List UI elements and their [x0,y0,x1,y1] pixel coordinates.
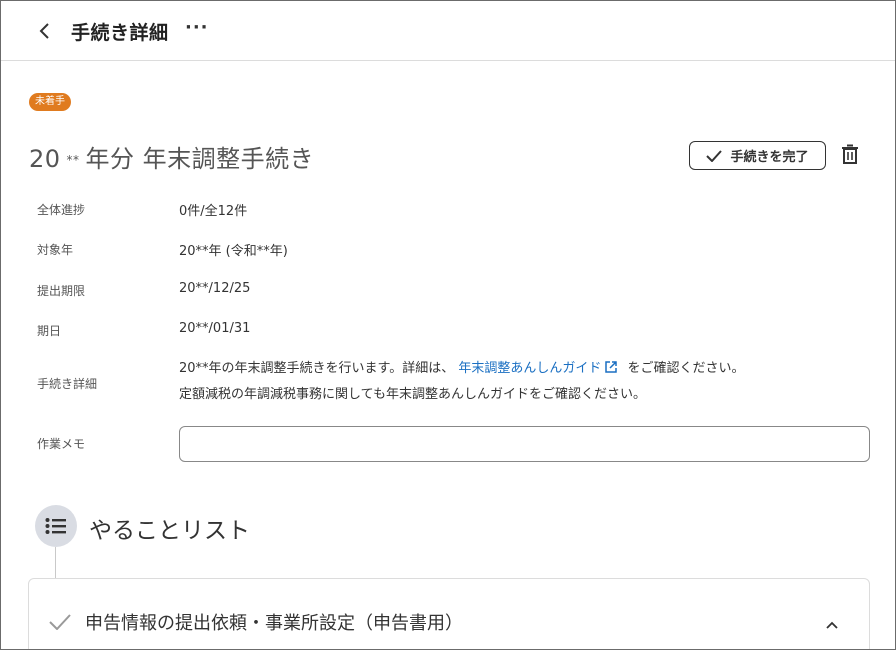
deadline-value: 20**/12/25 [179,281,251,296]
page-title: 手続き詳細 [71,22,169,44]
progress-value: 0件/全12件 [179,204,248,219]
collapse-button[interactable] [825,615,839,634]
more-options-button[interactable]: ··· [185,17,209,38]
task-status [49,614,71,634]
todo-list-icon-badge [35,505,77,547]
timeline-connector [55,547,56,579]
guide-link[interactable]: 年末調整あんしんガイド [458,361,623,376]
chevron-left-icon [39,23,49,39]
procedure-title-mask: ** [66,153,80,167]
back-button[interactable] [37,21,55,41]
target-year-label: 対象年 [37,243,74,257]
deadline-label: 提出期限 [37,284,86,298]
procedure-title-text: 年分 年末調整手続き [85,145,315,173]
task-card[interactable]: 申告情報の提出依頼・事業所設定（申告書用） [28,578,870,649]
task-title: 申告情報の提出依頼・事業所設定（申告書用） [85,613,463,634]
app-frame: 手続き詳細 ··· 未着手 20 ** 年分 年末調整手続き 手続きを完了 全体進捗… [0,0,896,650]
guide-link-label: 年末調整あんしんガイド [458,361,602,376]
list-icon [45,518,66,534]
detail-text-after-link: をご確認ください。 [627,361,745,376]
due-date-label: 期日 [37,324,62,338]
external-link-icon [605,361,618,373]
work-memo-input[interactable] [179,426,870,462]
page-header: 手続き詳細 ··· [1,1,895,61]
work-memo-label: 作業メモ [37,437,86,451]
detail-text-before-link: 20**年の年末調整手続きを行います。詳細は、 [179,361,455,376]
chevron-up-icon [826,621,838,629]
procedure-title-year: 20 [29,145,61,173]
due-date-value: 20**/01/31 [179,321,251,336]
todo-list-title: やることリスト [89,518,250,544]
progress-label: 全体進捗 [37,203,86,217]
delete-button[interactable] [841,144,861,166]
procedure-detail-line2: 定額減税の年調減税事務に関しても年末調整あんしんガイドをご確認ください。 [179,387,646,402]
check-icon [49,614,71,631]
complete-procedure-button[interactable]: 手続きを完了 [689,141,826,170]
procedure-detail-line1: 20**年の年末調整手続きを行います。詳細は、 年末調整あんしんガイド をご確認… [179,356,745,382]
procedure-detail-text: 20**年の年末調整手続きを行います。詳細は、 年末調整あんしんガイド をご確認… [179,356,745,408]
check-icon [706,149,723,162]
trash-icon [842,144,858,164]
status-badge: 未着手 [29,93,71,111]
complete-procedure-label: 手続きを完了 [730,150,809,165]
target-year-value: 20**年 (令和**年) [179,244,288,259]
procedure-detail-label: 手続き詳細 [37,377,98,391]
procedure-title: 20 ** 年分 年末調整手続き [29,139,314,174]
